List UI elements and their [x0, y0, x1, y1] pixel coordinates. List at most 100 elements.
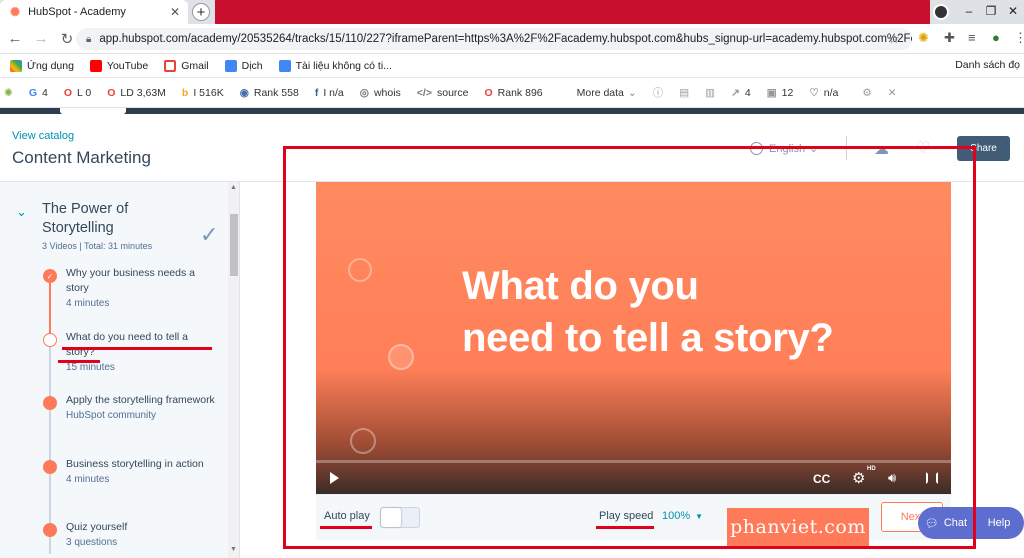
seo-item-ld[interactable]: O LD 3,63M: [107, 87, 166, 99]
extensions-puzzle-icon[interactable]: ✚: [944, 30, 955, 46]
tab-close-icon[interactable]: ✕: [170, 5, 180, 19]
chart-icon[interactable]: ▥: [705, 87, 715, 99]
list-item[interactable]: Apply the storytelling framework HubSpot…: [66, 393, 216, 423]
video-progress-bar[interactable]: [316, 460, 951, 463]
download-cloud-icon[interactable]: ☁: [874, 140, 889, 158]
seo-item-rank2[interactable]: O Rank 896: [485, 87, 543, 99]
share-button[interactable]: Share: [957, 136, 1010, 161]
bookmark-docs[interactable]: Tài liệu không có ti...: [278, 59, 392, 72]
new-tab-button[interactable]: +: [192, 3, 210, 21]
translate-icon: [224, 59, 237, 72]
seo-item-google[interactable]: G4: [29, 87, 48, 99]
seo-right-backlinks[interactable]: ↗ 4: [731, 87, 751, 99]
list-item[interactable]: Business storytelling in action 4 minute…: [66, 457, 216, 487]
menu-dots-icon[interactable]: ⋮: [1014, 30, 1024, 46]
list-item-current[interactable]: What do you need to tell a story? 15 min…: [66, 330, 216, 375]
reading-list-icon[interactable]: ≡: [968, 30, 976, 45]
seo-item-links[interactable]: OL 0: [64, 87, 91, 99]
seo-item-facebook[interactable]: fI n/a: [315, 87, 344, 99]
seo-right-social[interactable]: ♡ n/a: [809, 87, 838, 99]
seo-logo-icon: ✺: [4, 86, 13, 99]
seo-item-whois[interactable]: ◎ whois: [360, 87, 401, 99]
info-icon[interactable]: ⓘ: [653, 85, 664, 100]
hd-badge: HD: [867, 466, 876, 472]
sidebar-scrollbar[interactable]: ▲ ▼: [228, 182, 239, 558]
youtube-icon: [89, 59, 102, 72]
bookmark-apps[interactable]: Ứng dụng: [10, 59, 74, 72]
watermark: phanviet.com: [727, 508, 869, 546]
section-title[interactable]: The Power of Storytelling: [42, 200, 182, 238]
chevron-down-icon[interactable]: ⌄: [16, 204, 27, 220]
bookmark-gmail[interactable]: Gmail: [164, 59, 209, 72]
check-icon: ✓: [200, 222, 219, 247]
forward-icon[interactable]: →: [30, 30, 52, 47]
profile-icon[interactable]: [933, 4, 949, 20]
favorite-heart-icon[interactable]: ♡: [916, 138, 930, 158]
back-icon[interactable]: ←: [4, 30, 26, 47]
auto-play-label: Auto play: [324, 510, 370, 522]
decorative-circle: [350, 428, 376, 454]
page-title: Content Marketing: [12, 148, 151, 167]
seo-toolbar: ✺ G4 OL 0 O LD 3,63M bI 516K ◉ Rank 558 fI…: [0, 78, 1024, 108]
extension-sun-icon[interactable]: ✺: [918, 30, 929, 46]
decorative-circle: [348, 258, 372, 282]
help-button[interactable]: Help: [974, 507, 1024, 539]
view-catalog-link[interactable]: View catalog: [12, 130, 74, 142]
annotation-underline: [596, 526, 654, 529]
docs-icon: [278, 59, 291, 72]
completed-check-icon: ✓: [43, 269, 57, 283]
list-item[interactable]: Why your business needs a story 4 minute…: [66, 266, 216, 311]
play-icon[interactable]: [330, 472, 339, 484]
reload-icon[interactable]: ↻: [56, 30, 78, 48]
seo-right-pages[interactable]: ▣ 12: [767, 87, 794, 99]
closed-captions-button[interactable]: CC: [813, 472, 830, 486]
language-selector[interactable]: English ⌄: [750, 142, 818, 155]
seo-item-source[interactable]: </> source: [417, 87, 469, 99]
settings-gear-icon[interactable]: ⚙: [852, 469, 865, 487]
lesson-dot-icon: [43, 396, 57, 410]
video-controls: CC ⚙ HD 🔊︎: [316, 464, 951, 494]
current-lesson-icon: [43, 333, 57, 347]
volume-icon[interactable]: 🔊︎: [888, 470, 896, 486]
more-data-dropdown[interactable]: More data ⌄: [577, 87, 637, 99]
reading-list-link[interactable]: Danh sách đọ: [955, 59, 1020, 71]
bookmark-youtube[interactable]: YouTube: [89, 59, 148, 72]
video-player[interactable]: What do you need to tell a story? CC ⚙ H…: [316, 182, 951, 494]
play-speed-select[interactable]: 100% ▼: [662, 510, 703, 522]
video-headline: What do you need to tell a story?: [462, 264, 834, 360]
seo-item-rank[interactable]: ◉ Rank 558: [240, 87, 299, 99]
minimize-icon[interactable]: –: [958, 2, 980, 20]
chat-button[interactable]: 💬︎ Chat: [918, 507, 974, 539]
url-input[interactable]: 🔒︎ app.hubspot.com/academy/20535264/trac…: [76, 28, 912, 50]
bookmarks-bar: Ứng dụng YouTube Gmail Dịch Tài liệu khô…: [0, 54, 1024, 78]
close-toolbar-icon[interactable]: ✕: [888, 87, 897, 99]
scroll-up-icon[interactable]: ▲: [230, 184, 237, 191]
fullscreen-icon[interactable]: [926, 472, 938, 484]
auto-play-toggle[interactable]: [380, 507, 420, 528]
restore-icon[interactable]: ❐: [980, 2, 1002, 20]
apps-grid-icon: [10, 59, 22, 72]
close-window-icon[interactable]: ✕: [1002, 2, 1024, 20]
page-icon[interactable]: ▤: [679, 87, 689, 99]
globe-icon: [750, 142, 763, 155]
lesson-sidebar: ⌄ The Power of Storytelling 3 Videos | T…: [0, 182, 240, 558]
toggle-knob: [381, 508, 401, 527]
address-bar-row: ← → ↻ 🔒︎ app.hubspot.com/academy/2053526…: [0, 24, 1024, 54]
scrollbar-thumb[interactable]: [230, 214, 238, 276]
annotation-underline: [58, 360, 100, 363]
url-text: app.hubspot.com/academy/20535264/tracks/…: [99, 33, 912, 45]
decorative-circle: [388, 344, 414, 370]
scroll-down-icon[interactable]: ▼: [230, 546, 237, 553]
avatar[interactable]: ●: [992, 30, 1000, 45]
browser-tab[interactable]: ✺ HubSpot - Academy ✕: [0, 0, 188, 24]
lock-icon: 🔒︎: [86, 33, 92, 45]
seo-item-bing[interactable]: bI 516K: [182, 87, 224, 99]
bookmark-star-icon[interactable]: ☆: [888, 31, 900, 47]
background-window-strip: [215, 0, 930, 24]
list-item[interactable]: Quiz yourself 3 questions: [66, 520, 216, 550]
chevron-down-icon: ⌄: [627, 86, 637, 99]
bookmark-translate[interactable]: Dịch: [224, 59, 263, 72]
settings-gear-icon[interactable]: ⚙: [862, 87, 871, 99]
annotation-underline: [320, 526, 372, 529]
hubspot-favicon-icon: ✺: [10, 5, 21, 19]
